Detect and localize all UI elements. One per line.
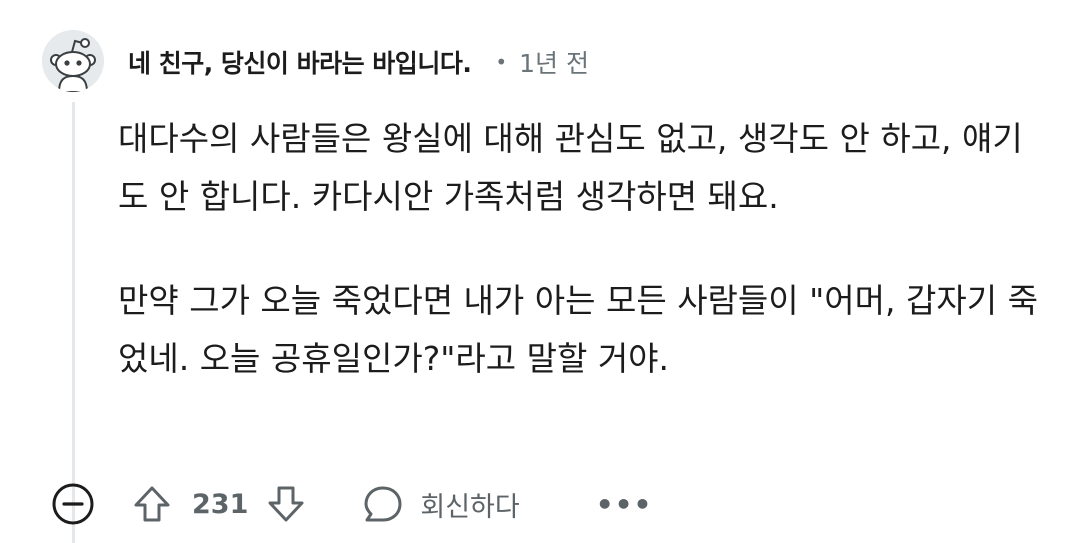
reply-label: 회신하다 xyxy=(420,491,520,523)
thread-line[interactable] xyxy=(72,102,75,543)
username-link[interactable]: 네 친구, 당신이 바라는 바입니다. xyxy=(128,44,472,80)
comment-actions: 231 회신하다 ••• xyxy=(50,478,652,530)
comment-header: 네 친구, 당신이 바라는 바입니다. • 1년 전 xyxy=(128,42,589,82)
timestamp[interactable]: 1년 전 xyxy=(519,44,589,80)
arrow-up-icon xyxy=(134,486,170,522)
upvote-button[interactable] xyxy=(132,484,172,524)
comment: 네 친구, 당신이 바라는 바입니다. • 1년 전 대다수의 사람들은 왕실에… xyxy=(0,0,1080,543)
avatar[interactable] xyxy=(42,30,104,92)
arrow-down-icon xyxy=(268,486,304,522)
speech-bubble-icon xyxy=(364,486,402,522)
collapse-button[interactable] xyxy=(50,481,96,527)
snoo-avatar-icon xyxy=(42,30,104,92)
minus-circle-icon xyxy=(52,483,94,525)
comment-paragraph: 대다수의 사람들은 왕실에 대해 관심도 없고, 생각도 안 하고, 얘기도 안… xyxy=(118,119,1023,216)
reply-button[interactable]: 회신하다 xyxy=(362,483,520,525)
comment-paragraph: 만약 그가 오늘 죽었다면 내가 아는 모든 사람들이 "어머, 갑자기 죽었네… xyxy=(118,281,1038,378)
meta-separator: • xyxy=(495,50,508,74)
comment-body: 대다수의 사람들은 왕실에 대해 관심도 없고, 생각도 안 하고, 얘기도 안… xyxy=(118,110,1048,388)
vote-score: 231 xyxy=(192,488,249,520)
more-options-button[interactable]: ••• xyxy=(596,488,653,521)
downvote-button[interactable] xyxy=(266,484,306,524)
